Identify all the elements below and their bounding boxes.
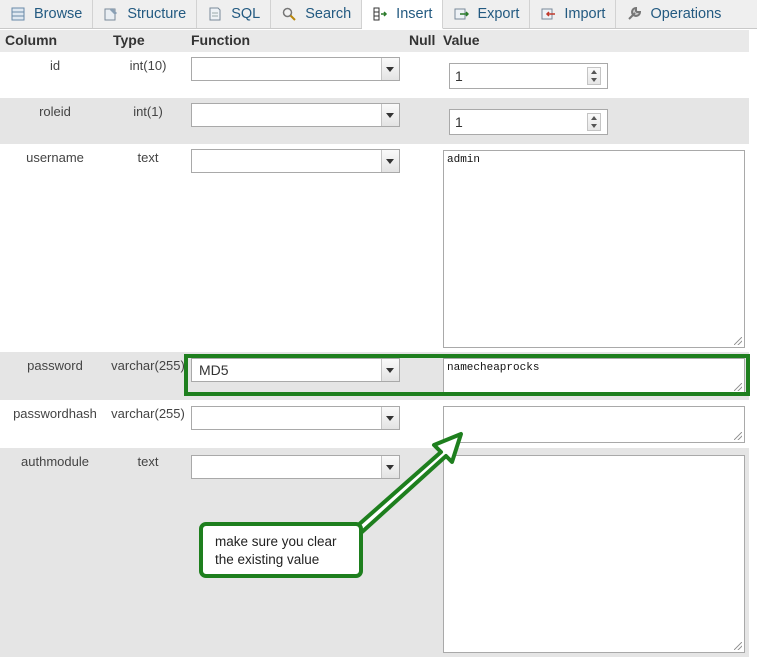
callout-line-1: make sure you clear — [215, 534, 337, 549]
annotation-callout: make sure you clear the existing value — [199, 522, 363, 578]
callout-line-2: the existing value — [215, 552, 320, 567]
annotation-arrow-icon — [354, 432, 463, 534]
